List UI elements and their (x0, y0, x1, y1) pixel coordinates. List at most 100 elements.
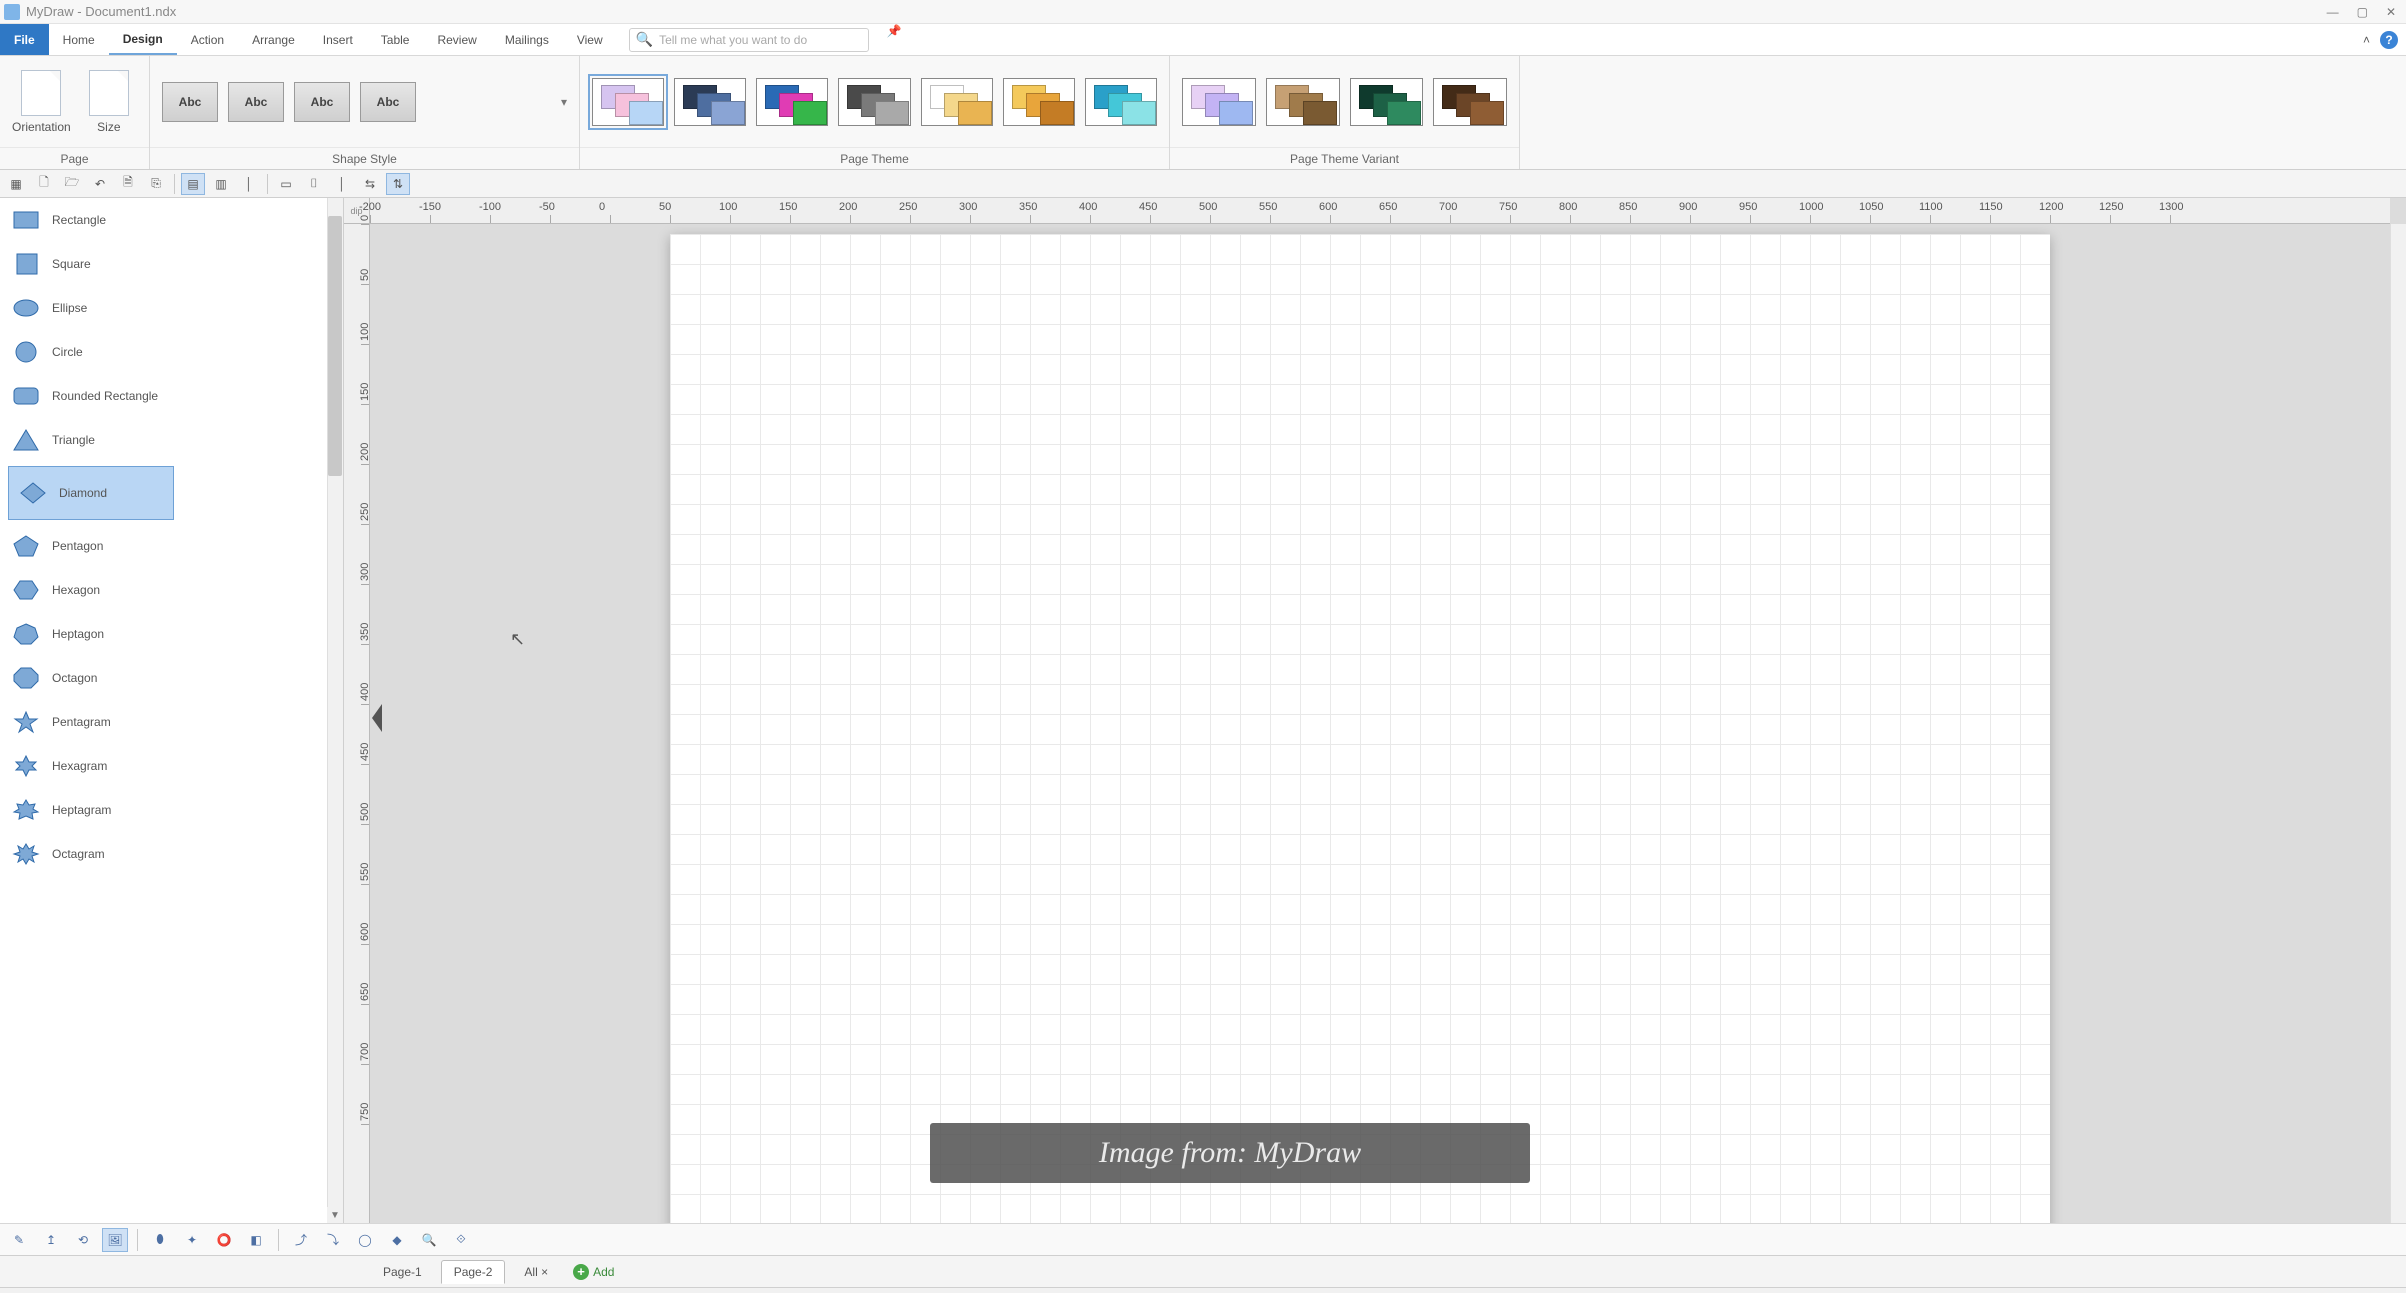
toolbar-button-13[interactable]: ⇅ (386, 173, 410, 195)
help-button[interactable]: ? (2380, 31, 2398, 49)
shape-style-swatch-1[interactable]: Abc (228, 82, 284, 122)
menu-tab-insert[interactable]: Insert (309, 24, 367, 55)
scrollbar-down-arrow[interactable]: ▼ (327, 1207, 343, 1223)
shape-item-octagon[interactable]: Octagon (0, 656, 327, 700)
bottom-tool-8[interactable]: ⤴ (288, 1228, 314, 1252)
menu-tab-design[interactable]: Design (109, 24, 177, 55)
bottom-tool-4[interactable]: ⬮ (147, 1228, 173, 1252)
toolbar-button-1[interactable]: 🗋 (32, 173, 56, 195)
page-tab-all[interactable]: All × (511, 1260, 561, 1284)
scrollbar-thumb[interactable] (328, 216, 342, 476)
h-ruler-label: 250 (899, 201, 917, 213)
shape-style-more-icon[interactable]: ▾ (561, 95, 567, 109)
menu-tab-arrange[interactable]: Arrange (238, 24, 309, 55)
page-theme-swatch-2[interactable] (756, 78, 828, 126)
page-theme-variant-swatch-3[interactable] (1433, 78, 1507, 126)
toolbar-button-12[interactable]: ⇆ (358, 173, 382, 195)
toolbar-button-2[interactable]: 🗁 (60, 173, 84, 195)
menu-tab-table[interactable]: Table (367, 24, 424, 55)
ribbon-pin-icon[interactable]: 📌 (887, 24, 902, 55)
bottom-tool-7[interactable]: ◧ (243, 1228, 269, 1252)
shape-item-label: Octagram (52, 847, 105, 861)
shape-style-swatch-2[interactable]: Abc (294, 82, 350, 122)
ribbon-collapse-icon[interactable]: ˄ (2363, 33, 2370, 47)
bottom-tool-12[interactable]: 🔍 (416, 1228, 442, 1252)
toolbar-button-4[interactable]: 🗎 (116, 173, 140, 195)
page-tab-page-1[interactable]: Page-1 (370, 1260, 435, 1284)
canvas-area: dip -200-150-100-50050100150200250300350… (344, 198, 2406, 1223)
toolbar-button-7[interactable]: ▥ (209, 173, 233, 195)
toolbar-button-3[interactable]: ↶ (88, 173, 112, 195)
toolbar-button-0[interactable]: ▦ (4, 173, 28, 195)
shape-item-pentagram[interactable]: Pentagram (0, 700, 327, 744)
close-button[interactable]: ✕ (2386, 5, 2396, 19)
menu-tab-review[interactable]: Review (423, 24, 490, 55)
bottom-tool-5[interactable]: ✦ (179, 1228, 205, 1252)
tell-me-search[interactable]: 🔍 Tell me what you want to do (629, 28, 869, 52)
menu-tab-view[interactable]: View (563, 24, 617, 55)
shape-item-heptagon[interactable]: Heptagon (0, 612, 327, 656)
bottom-tool-0[interactable]: ✎ (6, 1228, 32, 1252)
toolbar-button-6[interactable]: ▤ (181, 173, 205, 195)
h-ruler-label: 1300 (2159, 201, 2183, 213)
horizontal-ruler[interactable]: -200-150-100-500501001502002503003504004… (370, 198, 2390, 224)
toolbar-button-9[interactable]: ▭ (274, 173, 298, 195)
bottom-tool-10[interactable]: ◯ (352, 1228, 378, 1252)
shape-item-label: Octagon (52, 671, 97, 685)
panel-collapse-handle[interactable] (372, 704, 382, 732)
bottom-tool-6[interactable]: ⭕ (211, 1228, 237, 1252)
toolbar-button-10[interactable]: ⌷ (302, 173, 326, 195)
shape-item-square[interactable]: Square (0, 242, 327, 286)
page-theme-swatch-5[interactable] (1003, 78, 1075, 126)
v-ruler-tick: 750 (361, 1124, 369, 1184)
shape-style-swatch-0[interactable]: Abc (162, 82, 218, 122)
page-theme-swatch-6[interactable] (1085, 78, 1157, 126)
drawing-page[interactable] (670, 234, 2050, 1223)
shape-style-swatch-3[interactable]: Abc (360, 82, 416, 122)
page-theme-swatch-4[interactable] (921, 78, 993, 126)
shape-item-heptagram[interactable]: Heptagram (0, 788, 327, 832)
page-tab-page-2[interactable]: Page-2 (441, 1260, 506, 1284)
page-theme-variant-swatch-1[interactable] (1266, 78, 1340, 126)
bottom-tool-3[interactable]: 🖼 (102, 1228, 128, 1252)
page-theme-swatch-1[interactable] (674, 78, 746, 126)
shape-item-pentagon[interactable]: Pentagon (0, 524, 327, 568)
page-theme-variant-swatch-0[interactable] (1182, 78, 1256, 126)
h-ruler-tick: 1200 (2050, 215, 2110, 223)
page-theme-swatch-3[interactable] (838, 78, 910, 126)
maximize-button[interactable]: ▢ (2357, 5, 2368, 19)
canvas-viewport[interactable]: ↖ Image from: MyDraw (370, 224, 2390, 1223)
bottom-tool-1[interactable]: ↥ (38, 1228, 64, 1252)
menu-tab-mailings[interactable]: Mailings (491, 24, 563, 55)
shape-item-rectangle[interactable]: Rectangle (0, 198, 327, 242)
ribbon-group-page: Orientation Size Page (0, 56, 150, 169)
minimize-button[interactable]: — (2327, 5, 2339, 19)
shape-item-rounded-rectangle[interactable]: Rounded Rectangle (0, 374, 327, 418)
shape-item-octagram[interactable]: Octagram (0, 832, 327, 876)
vertical-ruler[interactable]: 0501001502002503003504004505005506006507… (344, 224, 370, 1223)
bottom-tool-2[interactable]: ⟲ (70, 1228, 96, 1252)
size-button[interactable]: Size (81, 70, 137, 134)
page-theme-swatch-0[interactable] (592, 78, 664, 126)
menu-tab-action[interactable]: Action (177, 24, 238, 55)
page-theme-variant-swatch-2[interactable] (1350, 78, 1424, 126)
menu-tab-home[interactable]: Home (49, 24, 109, 55)
bottom-tool-11[interactable]: ◆ (384, 1228, 410, 1252)
toolbar-button-11[interactable]: │ (330, 173, 354, 195)
toolbar-button-5[interactable]: ⎘ (144, 173, 168, 195)
shape-item-hexagram[interactable]: Hexagram (0, 744, 327, 788)
bottom-tool-9[interactable]: ⤵ (320, 1228, 346, 1252)
size-icon (89, 70, 129, 116)
menu-file[interactable]: File (0, 24, 49, 55)
page-add-button[interactable]: +Add (573, 1264, 614, 1280)
shape-item-ellipse[interactable]: Ellipse (0, 286, 327, 330)
canvas-scrollbar-vertical[interactable] (2390, 224, 2406, 1223)
shape-item-circle[interactable]: Circle (0, 330, 327, 374)
star7-icon (12, 798, 40, 822)
bottom-tool-13[interactable]: ⟐ (448, 1228, 474, 1252)
shape-item-hexagon[interactable]: Hexagon (0, 568, 327, 612)
toolbar-button-8[interactable]: │ (237, 173, 261, 195)
orientation-button[interactable]: Orientation (12, 70, 71, 134)
shape-item-diamond[interactable]: Diamond (8, 466, 174, 520)
shape-item-triangle[interactable]: Triangle (0, 418, 327, 462)
